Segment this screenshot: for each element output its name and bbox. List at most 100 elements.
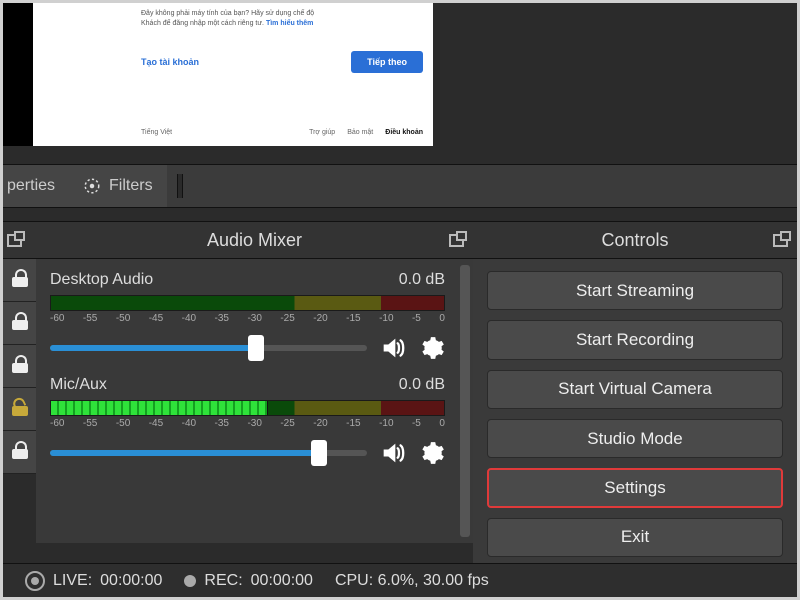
live-status: LIVE: 00:00:00: [25, 571, 162, 591]
rec-icon: [184, 575, 196, 587]
speaker-icon[interactable]: [377, 334, 409, 362]
audio-mixer-panel: Desktop Audio 0.0 dB -60-55-50-45-40-35-…: [36, 259, 473, 543]
channel-db: 0.0 dB: [399, 376, 445, 394]
start-recording-button[interactable]: Start Recording: [487, 320, 783, 359]
tick: -35: [215, 313, 229, 324]
filters-icon: [83, 177, 101, 195]
slider-fill: [50, 345, 256, 351]
lock-icon: [12, 273, 28, 287]
live-time: 00:00:00: [100, 572, 162, 590]
start-virtual-camera-button[interactable]: Start Virtual Camera: [487, 370, 783, 409]
studio-mode-button[interactable]: Studio Mode: [487, 419, 783, 458]
gear-icon[interactable]: [419, 335, 445, 361]
preview-footer-a: Trợ giúp: [309, 129, 335, 136]
audio-mixer-title: Audio Mixer: [207, 230, 302, 251]
controls-panel: Start Streaming Start Recording Start Vi…: [473, 259, 797, 569]
lock-cell[interactable]: [3, 431, 36, 474]
channel-desktop-audio: Desktop Audio 0.0 dB -60-55-50-45-40-35-…: [50, 271, 459, 362]
preview-learn-more: Tìm hiểu thêm: [266, 20, 313, 27]
rec-status: REC: 00:00:00: [184, 572, 313, 590]
panel-headers: Audio Mixer Controls: [3, 221, 797, 259]
lock-cell[interactable]: [3, 259, 36, 302]
lock-open-icon: [12, 402, 28, 416]
lock-icon: [12, 359, 28, 373]
settings-button[interactable]: Settings: [487, 468, 783, 507]
tick: -30: [247, 313, 261, 324]
popout-icon[interactable]: [773, 233, 789, 247]
channel-name: Mic/Aux: [50, 376, 107, 394]
tick: -40: [182, 313, 196, 324]
live-icon: [25, 571, 45, 591]
tick: 0: [439, 418, 445, 429]
tick: -55: [83, 418, 97, 429]
audio-mixer-header: Audio Mixer: [36, 221, 473, 259]
tick: -25: [280, 418, 294, 429]
volume-slider[interactable]: [50, 345, 367, 351]
preview-footer-c: Điều khoản: [385, 129, 423, 136]
db-ticks: -60-55-50-45-40-35-30-25-20-15-10-50: [50, 418, 445, 429]
tab-filters[interactable]: Filters: [69, 165, 167, 207]
tab-properties-label: perties: [7, 177, 55, 195]
db-ticks: -60-55-50-45-40-35-30-25-20-15-10-50: [50, 313, 445, 324]
tick: -5: [412, 418, 421, 429]
tick: -50: [116, 418, 130, 429]
exit-button[interactable]: Exit: [487, 518, 783, 557]
preview-content: Đây không phải máy tính của bạn? Hãy sử …: [33, 3, 433, 146]
speaker-icon[interactable]: [377, 439, 409, 467]
channel-db: 0.0 dB: [399, 271, 445, 289]
tab-grip[interactable]: [177, 174, 183, 198]
mixer-scrollbar[interactable]: [460, 265, 470, 537]
tab-properties[interactable]: perties: [3, 165, 69, 207]
tick: -50: [116, 313, 130, 324]
tick: -35: [215, 418, 229, 429]
tick: -10: [379, 418, 393, 429]
lock-cell[interactable]: [3, 388, 36, 431]
preview-lang: Tiếng Việt: [141, 129, 172, 136]
lock-icon: [12, 445, 28, 459]
preview-create-account: Tạo tài khoản: [141, 57, 199, 67]
lock-icon: [12, 316, 28, 330]
cpu-text: CPU: 6.0%, 30.00 fps: [335, 572, 489, 590]
preview-next-button: Tiếp theo: [351, 51, 423, 73]
tick: -40: [182, 418, 196, 429]
popout-icon[interactable]: [449, 233, 465, 247]
gear-icon[interactable]: [419, 440, 445, 466]
tick: -25: [280, 313, 294, 324]
source-locks: [3, 259, 36, 474]
tick: -15: [346, 418, 360, 429]
tick: -45: [149, 418, 163, 429]
status-bar: LIVE: 00:00:00 REC: 00:00:00 CPU: 6.0%, …: [3, 563, 797, 597]
tick: -55: [83, 313, 97, 324]
slider-thumb[interactable]: [248, 335, 264, 361]
lock-cell[interactable]: [3, 345, 36, 388]
left-header: [3, 221, 36, 259]
preview-footer-b: Bảo mật: [347, 129, 373, 136]
preview-text-2: Khách để đăng nhập một cách riêng tư.: [141, 20, 264, 27]
controls-title: Controls: [601, 230, 668, 251]
tick: -20: [313, 313, 327, 324]
tick: -60: [50, 313, 64, 324]
popout-icon[interactable]: [7, 233, 23, 247]
preview-text-1: Đây không phải máy tính của bạn? Hãy sử …: [141, 9, 423, 19]
tick: -45: [149, 313, 163, 324]
channel-mic-aux: Mic/Aux 0.0 dB -60-55-50-45-40-35-30-25-…: [50, 376, 459, 467]
rec-label: REC:: [204, 572, 242, 590]
vu-meter: [50, 295, 445, 311]
tick: -5: [412, 313, 421, 324]
start-streaming-button[interactable]: Start Streaming: [487, 271, 783, 310]
slider-fill: [50, 450, 319, 456]
slider-thumb[interactable]: [311, 440, 327, 466]
tick: -10: [379, 313, 393, 324]
volume-slider[interactable]: [50, 450, 367, 456]
channel-name: Desktop Audio: [50, 271, 153, 289]
lock-cell[interactable]: [3, 302, 36, 345]
live-label: LIVE:: [53, 572, 92, 590]
source-preview: Đây không phải máy tính của bạn? Hãy sử …: [3, 3, 433, 146]
vu-meter: [50, 400, 445, 416]
controls-header: Controls: [473, 221, 797, 259]
rec-time: 00:00:00: [251, 572, 313, 590]
cpu-status: CPU: 6.0%, 30.00 fps: [335, 572, 489, 590]
tab-filters-label: Filters: [109, 177, 153, 195]
tab-bar: perties Filters: [3, 164, 797, 208]
tick: 0: [439, 313, 445, 324]
